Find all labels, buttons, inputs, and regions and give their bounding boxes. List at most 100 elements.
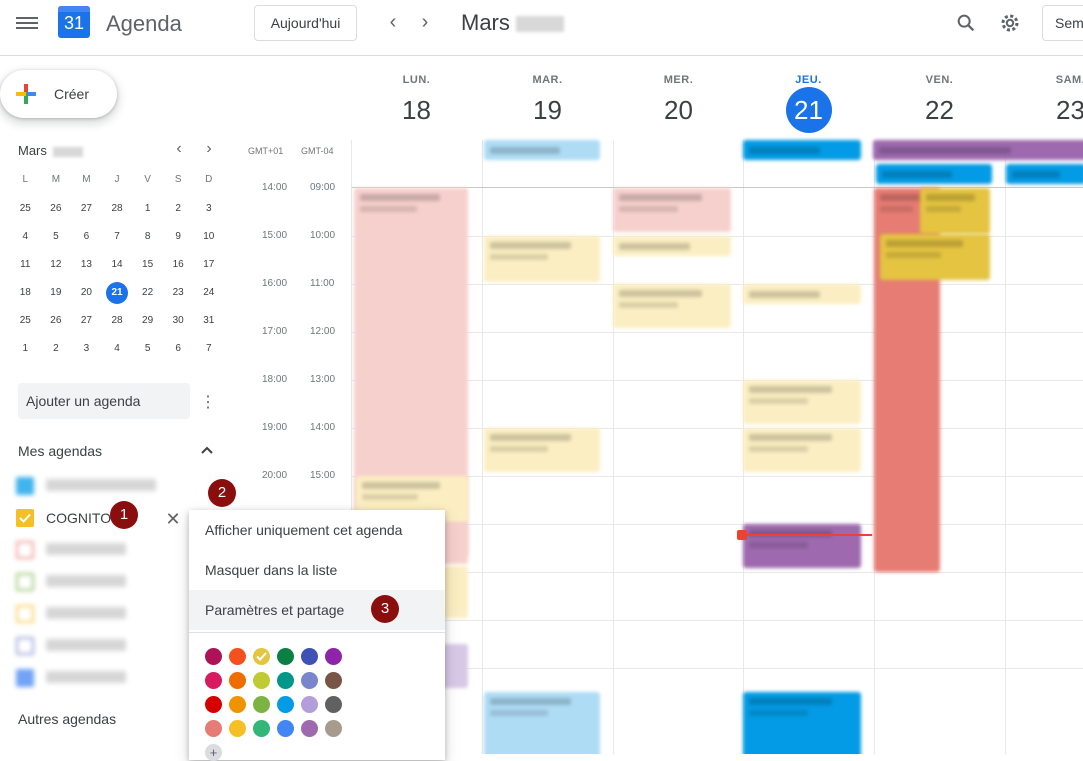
calendar-checkbox[interactable] [16, 541, 34, 559]
color-swatch[interactable] [325, 696, 342, 713]
calendar-checkbox[interactable] [16, 669, 34, 687]
color-swatch[interactable] [253, 672, 270, 689]
mini-day[interactable]: 28 [102, 310, 133, 338]
mini-day[interactable]: 2 [163, 198, 194, 226]
mini-day[interactable]: 9 [163, 226, 194, 254]
mini-day[interactable]: 13 [71, 254, 102, 282]
mini-day[interactable]: 5 [132, 338, 163, 366]
day-header[interactable]: MER. 20 [613, 56, 744, 140]
color-swatch[interactable] [229, 720, 246, 737]
color-swatch[interactable] [325, 720, 342, 737]
calendar-item[interactable]: COGNITO [16, 506, 166, 530]
calendar-item[interactable] [16, 474, 166, 498]
chevron-up-icon[interactable] [200, 443, 214, 457]
mini-day[interactable]: 26 [41, 310, 72, 338]
main-menu-icon[interactable] [16, 14, 38, 32]
create-button[interactable]: Créer [0, 70, 117, 118]
view-select-button[interactable]: Sem [1042, 5, 1083, 41]
day-number[interactable]: 21 [743, 87, 874, 133]
calendar-item[interactable] [16, 634, 166, 658]
day-header[interactable]: VEN. 22 [874, 56, 1005, 140]
calendar-event[interactable] [743, 692, 861, 754]
color-swatch[interactable] [325, 648, 342, 665]
color-swatch[interactable] [205, 696, 222, 713]
day-number[interactable]: 19 [482, 92, 613, 128]
calendar-event[interactable] [484, 428, 600, 472]
mini-day[interactable]: 3 [71, 338, 102, 366]
gear-icon[interactable] [998, 11, 1022, 35]
mini-day[interactable]: 22 [132, 282, 163, 310]
calendar-event[interactable] [484, 692, 600, 754]
mini-day[interactable]: 24 [193, 282, 224, 310]
color-swatch[interactable] [277, 720, 294, 737]
calendar-event[interactable] [743, 284, 861, 304]
menu-item-show-only[interactable]: Afficher uniquement cet agenda [189, 510, 445, 550]
close-icon[interactable]: ✕ [164, 510, 182, 528]
color-swatch[interactable] [325, 672, 342, 689]
mini-day[interactable]: 12 [41, 254, 72, 282]
add-calendar-input[interactable]: Ajouter un agenda [18, 383, 190, 419]
add-custom-color-icon[interactable]: + [205, 744, 222, 761]
calendar-item[interactable] [16, 602, 166, 626]
calendar-event[interactable] [920, 188, 990, 234]
mini-day[interactable]: 8 [132, 226, 163, 254]
calendar-checkbox[interactable] [16, 637, 34, 655]
mini-day[interactable]: 11 [10, 254, 41, 282]
color-swatch[interactable] [253, 720, 270, 737]
calendar-checkbox[interactable] [16, 509, 34, 527]
color-swatch[interactable] [301, 696, 318, 713]
calendar-item[interactable] [16, 666, 166, 690]
day-header[interactable]: MAR. 19 [482, 56, 613, 140]
day-number[interactable]: 20 [613, 92, 744, 128]
calendar-event[interactable] [880, 234, 990, 280]
mini-day[interactable]: 7 [193, 338, 224, 366]
mini-day[interactable]: 4 [10, 226, 41, 254]
mini-day[interactable]: 20 [71, 282, 102, 310]
calendar-event[interactable] [743, 524, 861, 568]
mini-day[interactable]: 1 [132, 198, 163, 226]
mini-day[interactable]: 16 [163, 254, 194, 282]
mini-day[interactable]: 6 [163, 338, 194, 366]
day-header[interactable]: SAM. 23 [1005, 56, 1083, 140]
mini-day[interactable]: 1 [10, 338, 41, 366]
mini-day[interactable]: 19 [41, 282, 72, 310]
calendar-checkbox[interactable] [16, 477, 34, 495]
mini-day[interactable]: 17 [193, 254, 224, 282]
calendar-item[interactable] [16, 570, 166, 594]
color-swatch[interactable] [277, 648, 294, 665]
mini-day[interactable]: 25 [10, 310, 41, 338]
calendar-event[interactable] [743, 380, 861, 424]
mini-day[interactable]: 31 [193, 310, 224, 338]
color-swatch[interactable] [229, 696, 246, 713]
mini-day[interactable]: 15 [132, 254, 163, 282]
calendar-item[interactable] [16, 538, 166, 562]
calendar-event[interactable] [613, 188, 731, 232]
calendar-checkbox[interactable] [16, 573, 34, 591]
day-number[interactable]: 22 [874, 92, 1005, 128]
mini-day[interactable]: 25 [10, 198, 41, 226]
menu-item-settings-sharing[interactable]: Paramètres et partage [189, 590, 445, 630]
color-swatch[interactable] [205, 720, 222, 737]
calendar-event[interactable] [613, 284, 731, 328]
color-swatch[interactable] [253, 696, 270, 713]
color-swatch[interactable] [301, 720, 318, 737]
calendar-event[interactable] [743, 428, 861, 472]
next-week-icon[interactable]: › [413, 11, 437, 35]
mini-day[interactable]: 28 [102, 198, 133, 226]
menu-item-hide-from-list[interactable]: Masquer dans la liste [189, 550, 445, 590]
mini-day[interactable]: 21 [102, 282, 133, 310]
mini-day[interactable]: 4 [102, 338, 133, 366]
mini-prev-icon[interactable]: ‹ [169, 140, 189, 158]
mini-day[interactable]: 14 [102, 254, 133, 282]
mini-day[interactable]: 7 [102, 226, 133, 254]
calendar-event[interactable] [1006, 164, 1083, 184]
mini-day[interactable]: 5 [41, 226, 72, 254]
day-number[interactable]: 18 [351, 92, 482, 128]
my-calendars-title[interactable]: Mes agendas [18, 443, 102, 459]
mini-day[interactable]: 27 [71, 310, 102, 338]
mini-day[interactable]: 30 [163, 310, 194, 338]
other-calendars-title[interactable]: Autres agendas [18, 711, 116, 727]
color-swatch[interactable] [205, 672, 222, 689]
mini-day[interactable]: 10 [193, 226, 224, 254]
mini-day[interactable]: 6 [71, 226, 102, 254]
